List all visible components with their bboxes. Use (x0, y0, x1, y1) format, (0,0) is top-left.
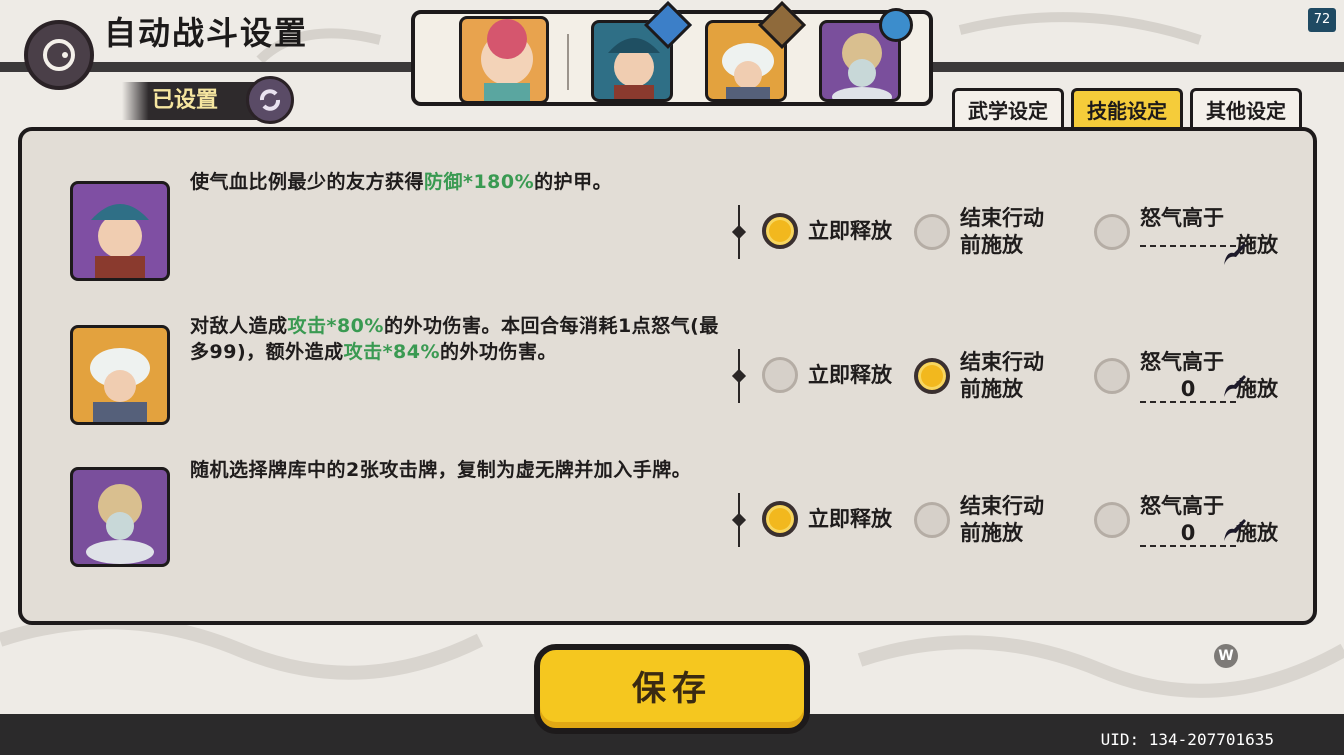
tab-qita[interactable]: 其他设定 (1190, 88, 1302, 130)
desc-text: 使气血比例最少的友方获得 (190, 171, 425, 193)
option-immediate[interactable]: 立即释放 (762, 213, 892, 249)
radio-button[interactable] (914, 502, 950, 538)
divider-dot (731, 512, 747, 528)
option-rage[interactable]: 怒气高于 0 施放 (1094, 493, 1278, 547)
skill-description: 随机选择牌库中的2张攻击牌，复制为虚无牌并加入手牌。 (190, 459, 692, 481)
option-label: 立即释放 (808, 218, 892, 243)
leader-portrait[interactable] (459, 16, 549, 104)
option-before-end[interactable]: 结束行动 前施放 (914, 493, 1044, 547)
skill-portrait-shield (70, 181, 170, 281)
back-button[interactable] (24, 20, 94, 90)
divider-dot (731, 368, 747, 384)
skill-row: 随机选择牌库中的2张攻击牌，复制为虚无牌并加入手牌。 立即释放 结束行动 前施放… (22, 453, 1313, 593)
back-arrow-icon (43, 39, 75, 71)
w-badge: W (1214, 644, 1238, 668)
radio-button[interactable] (762, 213, 798, 249)
brush-icon (1224, 518, 1246, 541)
team-separator (567, 34, 569, 90)
option-label: 怒气高于 施放 (1140, 205, 1278, 265)
brush-icon (1224, 374, 1246, 397)
radio-button[interactable] (914, 358, 950, 394)
fps-counter: 72 (1308, 8, 1336, 32)
radio-button[interactable] (1094, 502, 1130, 538)
option-immediate[interactable]: 立即释放 (762, 501, 892, 537)
option-rage[interactable]: 怒气高于 施放 (1094, 205, 1278, 265)
divider-dot (731, 224, 747, 240)
heal-icon (879, 8, 913, 42)
radio-button[interactable] (1094, 358, 1130, 394)
uid-label: UID: 134-207701635 (1100, 730, 1274, 749)
skill-portrait-heal (70, 467, 170, 567)
skill-row: 对敌人造成攻击*80%的外功伤害。本回合每消耗1点怒气(最多99)，额外造成攻击… (22, 309, 1313, 449)
skill-description: 使气血比例最少的友方获得防御*180%的护甲。 (190, 169, 730, 195)
skill-row: 使气血比例最少的友方获得防御*180%的护甲。 立即释放 结束行动 前施放 怒气… (22, 165, 1313, 305)
skill-portrait-sword (70, 325, 170, 425)
tab-wuxue[interactable]: 武学设定 (952, 88, 1064, 130)
option-before-end[interactable]: 结束行动 前施放 (914, 205, 1044, 259)
option-label: 结束行动 前施放 (960, 206, 1044, 257)
radio-button[interactable] (914, 214, 950, 250)
skill-settings-panel: 使气血比例最少的友方获得防御*180%的护甲。 立即释放 结束行动 前施放 怒气… (18, 127, 1317, 625)
desc-text: 的护甲。 (534, 171, 613, 193)
rage-threshold-input[interactable]: 0 (1140, 518, 1246, 547)
skill-description: 对敌人造成攻击*80%的外功伤害。本回合每消耗1点怒气(最多99)，额外造成攻击… (190, 315, 719, 363)
team-bar (411, 0, 933, 106)
desc-highlight: 防御*180% (424, 171, 535, 193)
page-title: 自动战斗设置 (104, 14, 309, 52)
radio-button[interactable] (1094, 214, 1130, 250)
option-immediate[interactable]: 立即释放 (762, 357, 892, 393)
radio-button[interactable] (762, 501, 798, 537)
radio-button[interactable] (762, 357, 798, 393)
option-before-end[interactable]: 结束行动 前施放 (914, 349, 1044, 403)
option-rage[interactable]: 怒气高于 0 施放 (1094, 349, 1278, 403)
rage-threshold-input[interactable]: 0 (1140, 374, 1246, 403)
save-button[interactable]: 保存 (534, 644, 810, 734)
title-bar: 自动战斗设置 (0, 0, 360, 90)
tab-jineng[interactable]: 技能设定 (1071, 88, 1183, 130)
rage-threshold-input[interactable] (1140, 242, 1246, 265)
refresh-icon[interactable] (246, 76, 294, 124)
brush-icon (1224, 242, 1246, 265)
